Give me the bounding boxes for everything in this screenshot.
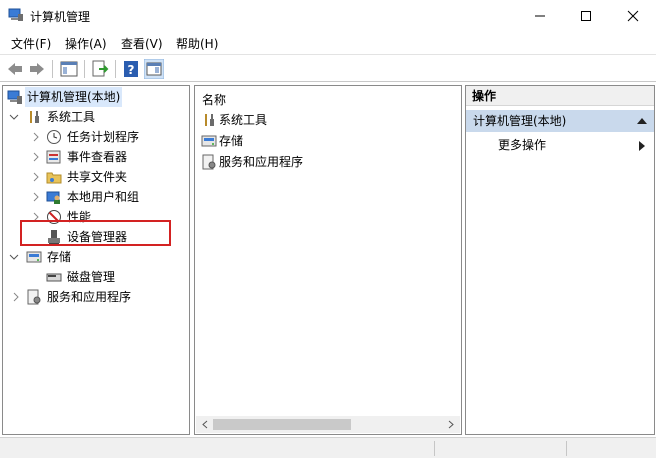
tree-label: 本地用户和组 (67, 190, 140, 204)
export-list-icon[interactable] (90, 59, 110, 79)
list-item-label: 存储 (219, 134, 244, 148)
computer-management-icon (8, 8, 24, 22)
scroll-right-icon[interactable] (446, 419, 456, 430)
minimize-button[interactable] (517, 0, 563, 31)
collapse-up-icon[interactable] (637, 118, 647, 124)
actions-header: 操作 (466, 86, 654, 106)
tree-item-event-viewer[interactable]: 事件查看器 (5, 147, 185, 167)
tree-label: 存储 (47, 250, 72, 264)
tree-item-shared-folders[interactable]: 共享文件夹 (5, 167, 185, 187)
shared-folder-icon (46, 169, 62, 185)
tree-item-services-apps[interactable]: 服务和应用程序 (5, 287, 185, 307)
tree-label: 服务和应用程序 (47, 290, 132, 304)
status-separator (566, 441, 567, 456)
column-header-name[interactable]: 名称 (202, 91, 226, 108)
tools-icon (26, 109, 42, 125)
toolbar-separator (84, 60, 85, 78)
tree-item-disk-management[interactable]: 磁盘管理 (5, 267, 185, 287)
tree-label: 任务计划程序 (67, 130, 140, 144)
more-actions-link[interactable]: 更多操作 (498, 135, 546, 155)
tree-label: 磁盘管理 (67, 270, 116, 284)
maximize-button[interactable] (563, 0, 609, 31)
tree-item-system-tools[interactable]: 系统工具 (5, 107, 185, 127)
chevron-right-icon[interactable] (31, 132, 41, 142)
chevron-down-icon[interactable] (9, 252, 19, 262)
status-bar (0, 437, 656, 458)
window-title: 计算机管理 (30, 10, 91, 24)
close-button[interactable] (610, 0, 656, 31)
console-tree-pane[interactable]: 计算机管理(本地) 系统工具 任务计划程序 事件查看器 共享文件夹 本地用户和组… (2, 85, 190, 435)
chevron-right-icon[interactable] (11, 292, 21, 302)
toolbar-separator (52, 60, 53, 78)
chevron-right-icon[interactable] (31, 172, 41, 182)
tools-icon (201, 112, 217, 128)
tree-label: 计算机管理(本地) (25, 87, 123, 107)
toolbar-separator (115, 60, 116, 78)
clock-icon (46, 129, 62, 145)
menu-action[interactable]: 操作(A) (65, 35, 107, 52)
highlight-box (20, 220, 171, 246)
services-icon (201, 154, 217, 170)
horizontal-scrollbar[interactable] (196, 416, 460, 433)
scrollbar-thumb[interactable] (213, 419, 351, 430)
users-icon (46, 189, 62, 205)
maximize-icon (581, 11, 591, 21)
tree-item-task-scheduler[interactable]: 任务计划程序 (5, 127, 185, 147)
actions-pane: 操作 计算机管理(本地) 更多操作 (465, 85, 655, 435)
results-pane[interactable]: 名称 系统工具 存储 服务和应用程序 (194, 85, 462, 435)
help-icon[interactable]: ? (121, 59, 141, 79)
tree-label: 事件查看器 (67, 150, 128, 164)
menu-view[interactable]: 查看(V) (121, 35, 163, 52)
submenu-arrow-icon (639, 141, 645, 151)
tree-label: 共享文件夹 (67, 170, 128, 184)
tree-item-local-users-groups[interactable]: 本地用户和组 (5, 187, 185, 207)
tree-item-computer-management[interactable]: 计算机管理(本地) (5, 87, 185, 107)
menu-file[interactable]: 文件(F) (11, 35, 51, 52)
services-icon (26, 289, 42, 305)
svg-text:?: ? (128, 63, 135, 77)
tree-label: 系统工具 (47, 110, 96, 124)
list-item[interactable]: 系统工具 (201, 110, 451, 130)
chevron-down-icon[interactable] (9, 112, 19, 122)
actions-section-label: 计算机管理(本地) (473, 114, 567, 128)
show-hide-action-pane-icon[interactable] (143, 58, 165, 80)
list-item[interactable]: 存储 (201, 131, 451, 151)
title-bar: 计算机管理 (0, 0, 656, 31)
chevron-right-icon[interactable] (31, 192, 41, 202)
menu-bar: 文件(F) 操作(A) 查看(V) 帮助(H) (0, 31, 656, 53)
forward-arrow-icon[interactable] (27, 59, 47, 79)
toolbar: ? (0, 54, 656, 82)
actions-section-computer-management[interactable]: 计算机管理(本地) (466, 110, 654, 132)
storage-icon (26, 249, 42, 265)
list-item[interactable]: 服务和应用程序 (201, 152, 451, 172)
disk-management-icon (46, 269, 62, 285)
back-arrow-icon[interactable] (5, 59, 25, 79)
menu-help[interactable]: 帮助(H) (176, 35, 218, 52)
list-item-label: 服务和应用程序 (219, 155, 304, 169)
close-icon (627, 10, 639, 22)
show-hide-console-tree-icon[interactable] (59, 59, 79, 79)
scroll-left-icon[interactable] (200, 419, 210, 430)
minimize-icon (535, 15, 545, 17)
storage-icon (201, 133, 217, 149)
event-viewer-icon (46, 149, 62, 165)
chevron-right-icon[interactable] (31, 152, 41, 162)
status-separator (434, 441, 435, 456)
list-item-label: 系统工具 (219, 113, 268, 127)
tree-item-storage[interactable]: 存储 (5, 247, 185, 267)
computer-management-icon (7, 89, 23, 105)
